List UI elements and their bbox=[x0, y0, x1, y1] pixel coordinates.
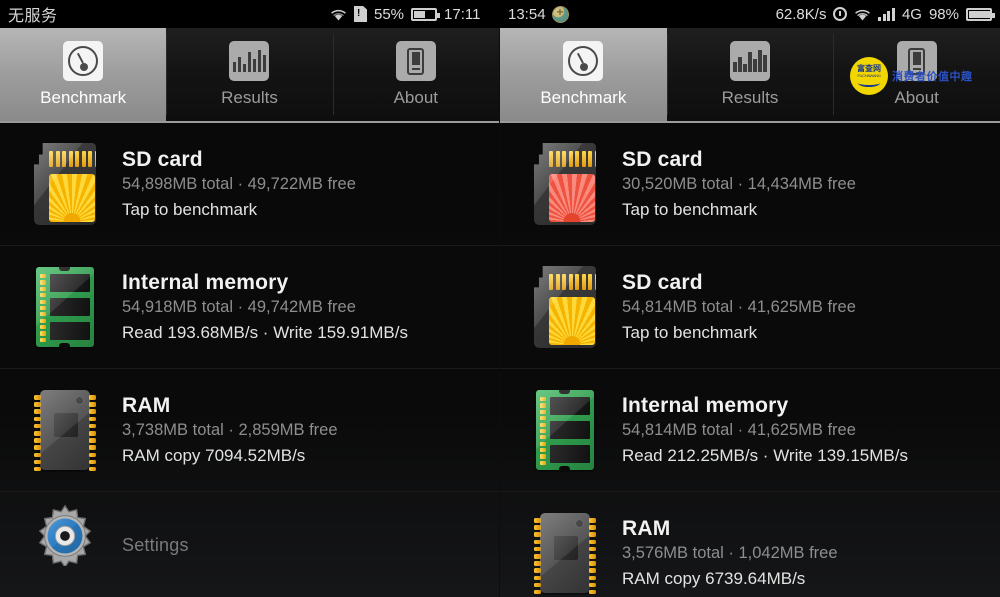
memory-stick-icon-green bbox=[30, 263, 102, 351]
list-item-subtitle: 30,520MB total · 14,434MB free bbox=[622, 175, 856, 193]
list-item[interactable]: RAM 3,738MB total · 2,859MB free RAM cop… bbox=[0, 369, 499, 492]
list-item-text: Settings bbox=[122, 535, 189, 556]
list-item-action: RAM copy 7094.52MB/s bbox=[122, 446, 306, 465]
network-type-label: 4G bbox=[901, 5, 922, 23]
tab-about[interactable]: About bbox=[332, 28, 499, 121]
list-item[interactable]: SD card 54,814MB total · 41,625MB free T… bbox=[500, 246, 1000, 369]
list-item[interactable]: Internal memory 54,918MB total · 49,742M… bbox=[0, 246, 499, 369]
battery-left-percent: 55% bbox=[374, 5, 405, 23]
bar-chart-icon bbox=[229, 41, 270, 81]
tab-label: Results bbox=[721, 88, 779, 107]
list-item-action: Tap to benchmark bbox=[622, 323, 758, 342]
status-bar: 无服务 55% 17:11 13:54 62.8K/s bbox=[0, 0, 1000, 28]
list-item-action: Read 212.25MB/s · Write 139.15MB/s bbox=[622, 446, 908, 465]
speedometer-icon bbox=[63, 41, 104, 81]
list-item-title: RAM bbox=[622, 517, 671, 540]
list-item-title: SD card bbox=[622, 148, 703, 171]
battery-icon bbox=[411, 7, 441, 21]
list-item-text: RAM 3,576MB total · 1,042MB free RAM cop… bbox=[622, 517, 838, 589]
list-item-subtitle: 54,814MB total · 41,625MB free bbox=[622, 421, 856, 439]
list-item-subtitle: 54,918MB total · 49,742MB free bbox=[122, 298, 356, 316]
sd-card-icon-yellow bbox=[30, 140, 102, 228]
list-item[interactable]: SD card 30,520MB total · 14,434MB free T… bbox=[500, 123, 1000, 246]
panel-right: Benchmark Results About SD card 30,520MB… bbox=[500, 28, 1000, 597]
list-item-text: Internal memory 54,918MB total · 49,742M… bbox=[122, 271, 408, 343]
settings-label: Settings bbox=[122, 535, 189, 555]
list-item-settings[interactable]: Settings bbox=[0, 492, 499, 597]
wifi-icon bbox=[854, 8, 871, 21]
tab-label: Benchmark bbox=[40, 88, 127, 107]
speedometer-icon bbox=[563, 41, 604, 81]
list-item[interactable]: RAM 3,576MB total · 1,042MB free RAM cop… bbox=[500, 492, 1000, 597]
tab-results[interactable]: Results bbox=[666, 28, 834, 121]
wifi-icon bbox=[330, 8, 347, 21]
tab-benchmark[interactable]: Benchmark bbox=[500, 28, 667, 121]
network-speed-label: 62.8K/s bbox=[775, 5, 827, 23]
list-item-title: Internal memory bbox=[122, 271, 289, 294]
phone-icon bbox=[896, 41, 937, 81]
dual-panel-container: Benchmark Results About SD card 54,898MB… bbox=[0, 28, 1000, 597]
settings-gear-icon bbox=[30, 502, 102, 590]
tab-about[interactable]: About bbox=[833, 28, 1000, 121]
status-bar-left: 无服务 bbox=[8, 2, 58, 26]
carrier-label: 无服务 bbox=[8, 8, 58, 25]
tab-label: About bbox=[393, 88, 439, 107]
battery-right-percent: 98% bbox=[928, 5, 959, 23]
list-item-action: Tap to benchmark bbox=[622, 200, 758, 219]
status-bar-second-clock: 13:54 bbox=[508, 5, 569, 23]
list-item-subtitle: 3,576MB total · 1,042MB free bbox=[622, 544, 838, 562]
battery-icon bbox=[966, 7, 995, 21]
time-right: 13:54 bbox=[508, 5, 546, 23]
list-item-action: Read 193.68MB/s · Write 159.91MB/s bbox=[122, 323, 408, 342]
list-item-subtitle: 3,738MB total · 2,859MB free bbox=[122, 421, 338, 439]
ram-chip-icon bbox=[30, 386, 102, 474]
sd-card-icon-yellow bbox=[530, 263, 602, 351]
list-item[interactable]: Internal memory 54,814MB total · 41,625M… bbox=[500, 369, 1000, 492]
tab-benchmark[interactable]: Benchmark bbox=[0, 28, 167, 121]
benchmark-list: SD card 30,520MB total · 14,434MB free T… bbox=[500, 57, 1000, 597]
tab-results[interactable]: Results bbox=[166, 28, 333, 121]
list-item-action: Tap to benchmark bbox=[122, 200, 258, 219]
tab-label: Benchmark bbox=[540, 88, 627, 107]
list-item[interactable]: SD card 54,898MB total · 49,722MB free T… bbox=[0, 123, 499, 246]
list-item-text: SD card 30,520MB total · 14,434MB free T… bbox=[622, 148, 856, 220]
list-item-text: Internal memory 54,814MB total · 41,625M… bbox=[622, 394, 908, 466]
panel-left: Benchmark Results About SD card 54,898MB… bbox=[0, 28, 500, 597]
globe-icon bbox=[551, 5, 569, 23]
list-item-title: SD card bbox=[622, 271, 703, 294]
app-screen: 无服务 55% 17:11 13:54 62.8K/s bbox=[0, 0, 1000, 597]
tab-bar: Benchmark Results About bbox=[500, 28, 1000, 123]
list-item-title: RAM bbox=[122, 394, 171, 417]
alarm-clock-icon bbox=[833, 7, 848, 21]
phone-icon bbox=[395, 41, 436, 81]
tab-bar: Benchmark Results About bbox=[0, 28, 499, 123]
list-item-text: SD card 54,898MB total · 49,722MB free T… bbox=[122, 148, 356, 220]
tab-label: About bbox=[894, 88, 939, 107]
signal-bars-icon bbox=[878, 7, 895, 21]
bar-chart-icon bbox=[730, 41, 770, 81]
status-bar-center-icons: 55% 17:11 bbox=[330, 6, 480, 23]
sim-card-alert-icon bbox=[354, 6, 367, 22]
status-bar-right-icons: 62.8K/s 4G 98% bbox=[775, 5, 995, 23]
list-item-subtitle: 54,898MB total · 49,722MB free bbox=[122, 175, 356, 193]
list-item-title: SD card bbox=[122, 148, 203, 171]
ram-chip-icon bbox=[530, 509, 602, 597]
memory-stick-icon-green bbox=[530, 386, 602, 474]
list-item-action: RAM copy 6739.64MB/s bbox=[622, 569, 806, 588]
list-item-subtitle: 54,814MB total · 41,625MB free bbox=[622, 298, 856, 316]
tab-label: Results bbox=[221, 88, 278, 107]
list-item-text: RAM 3,738MB total · 2,859MB free RAM cop… bbox=[122, 394, 338, 466]
sd-card-icon-red bbox=[530, 140, 602, 228]
benchmark-list: SD card 54,898MB total · 49,722MB free T… bbox=[0, 123, 499, 597]
list-item-text: SD card 54,814MB total · 41,625MB free T… bbox=[622, 271, 856, 343]
time-left: 17:11 bbox=[444, 5, 481, 23]
list-item-title: Internal memory bbox=[622, 394, 789, 417]
